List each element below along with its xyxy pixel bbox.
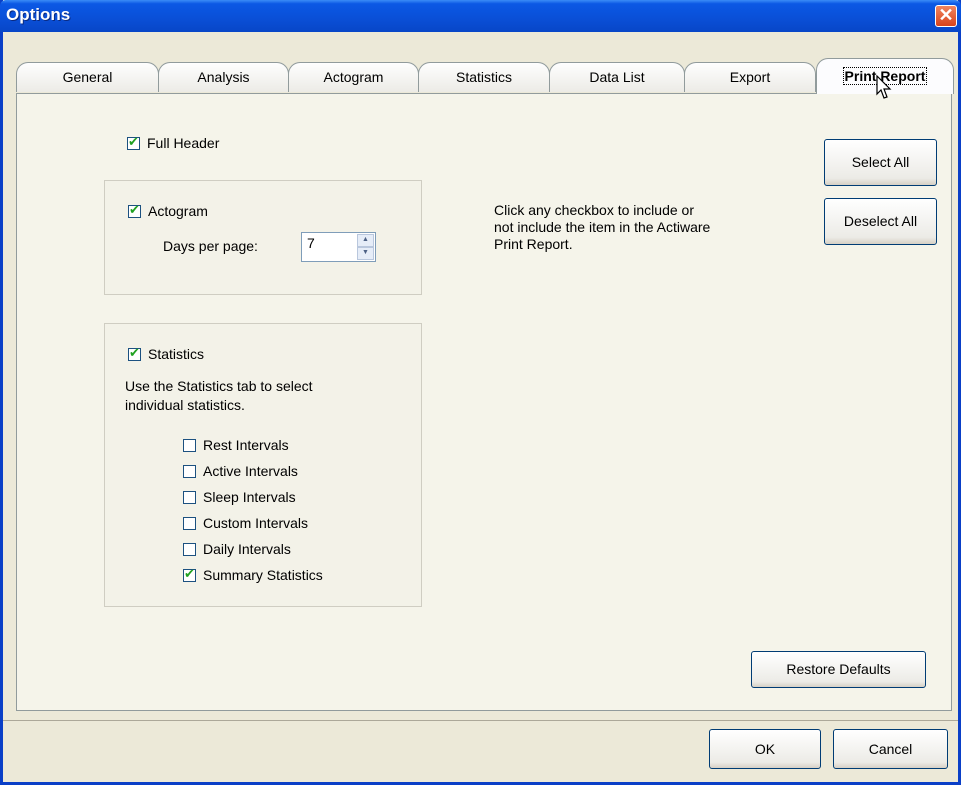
checkbox-check-icon — [183, 566, 196, 582]
statistics-hint-line2: individual statistics. — [125, 397, 245, 413]
mouse-cursor-icon — [876, 75, 892, 99]
statistics-checkbox[interactable]: Statistics — [128, 345, 205, 362]
spin-up-icon[interactable]: ▲ — [357, 234, 374, 247]
tab-actogram[interactable]: Actogram — [288, 62, 419, 92]
actogram-group: Actogram Days per page: 7 ▲ ▼ — [104, 180, 422, 295]
daily-intervals-checkbox[interactable]: Daily Intervals — [183, 541, 291, 557]
tab-export[interactable]: Export — [684, 62, 816, 92]
info-line2: not include the item in the Actiware — [494, 219, 711, 235]
full-header-checkbox[interactable]: Full Header — [127, 134, 220, 151]
days-per-page-value: 7 — [307, 235, 315, 251]
tab-strip: General Analysis Actogram Statistics Dat… — [16, 58, 956, 94]
actogram-checkbox[interactable]: Actogram — [128, 202, 208, 219]
restore-defaults-button[interactable]: Restore Defaults — [751, 651, 926, 688]
tab-data-list[interactable]: Data List — [549, 62, 685, 92]
tab-analysis[interactable]: Analysis — [158, 62, 289, 92]
window-title: Options — [6, 5, 71, 24]
ok-button[interactable]: OK — [709, 729, 821, 769]
checkbox-check-icon — [128, 345, 141, 361]
close-button[interactable]: ✕ — [935, 5, 957, 27]
info-line1: Click any checkbox to include or — [494, 202, 694, 218]
options-dialog: Options ✕ General Analysis Actogram Stat… — [0, 0, 961, 785]
tab-statistics[interactable]: Statistics — [418, 62, 550, 92]
tab-general[interactable]: General — [16, 62, 159, 92]
statistics-label: Statistics — [148, 346, 205, 362]
spin-down-icon[interactable]: ▼ — [357, 247, 374, 260]
statistics-group: Statistics Use the Statistics tab to sel… — [104, 323, 422, 607]
active-intervals-checkbox[interactable]: Active Intervals — [183, 463, 298, 479]
summary-statistics-checkbox[interactable]: Summary Statistics — [183, 566, 323, 583]
separator — [3, 720, 958, 721]
full-header-label: Full Header — [147, 135, 220, 151]
cancel-button[interactable]: Cancel — [833, 729, 948, 769]
select-all-button[interactable]: Select All — [824, 139, 937, 186]
deselect-all-button[interactable]: Deselect All — [824, 198, 937, 245]
statistics-hint-line1: Use the Statistics tab to select — [125, 378, 313, 394]
print-report-panel: Full Header Actogram Days per page: 7 ▲ … — [16, 93, 952, 711]
spin-buttons: ▲ ▼ — [357, 234, 374, 260]
checkbox-check-icon — [127, 134, 140, 150]
days-per-page-stepper[interactable]: 7 ▲ ▼ — [301, 232, 376, 262]
custom-intervals-checkbox[interactable]: Custom Intervals — [183, 515, 308, 531]
checkbox-check-icon — [128, 202, 141, 218]
title-bar[interactable]: Options ✕ — [0, 0, 961, 32]
sleep-intervals-checkbox[interactable]: Sleep Intervals — [183, 489, 296, 505]
info-line3: Print Report. — [494, 236, 573, 252]
rest-intervals-checkbox[interactable]: Rest Intervals — [183, 437, 289, 453]
days-per-page-label: Days per page: — [163, 238, 258, 254]
actogram-label: Actogram — [148, 203, 208, 219]
